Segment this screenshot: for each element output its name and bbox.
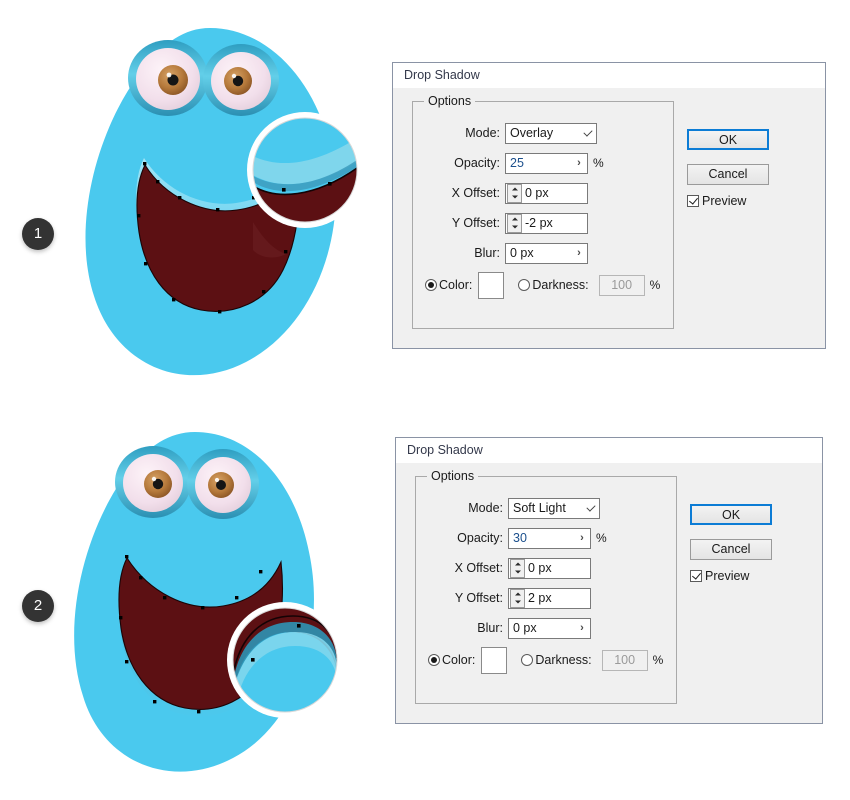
- xoffset-spinner-icon[interactable]: [510, 558, 525, 578]
- options-group: Options Mode: Overlay Opacity: 25 › % X …: [412, 94, 674, 329]
- darkness-input[interactable]: 100: [601, 649, 648, 671]
- opacity-value: 30: [513, 531, 527, 545]
- step-badge-1: 1: [22, 218, 54, 250]
- dialog-title: Drop Shadow: [396, 438, 822, 463]
- color-darkness-row: Color: Darkness: 100 %: [413, 271, 673, 299]
- preview-checkbox[interactable]: [690, 570, 702, 582]
- mode-select[interactable]: Overlay: [505, 122, 597, 144]
- mode-select[interactable]: Soft Light: [508, 497, 600, 519]
- chevron-down-icon: [579, 124, 596, 143]
- preview-checkbox-row[interactable]: Preview: [687, 194, 746, 208]
- preview-label: Preview: [702, 194, 747, 208]
- character-illustration-2: [45, 420, 355, 790]
- yoffset-label: Y Offset:: [454, 591, 503, 605]
- darkness-label: Darkness:: [535, 653, 592, 667]
- color-radio[interactable]: [425, 279, 437, 291]
- options-legend: Options: [427, 469, 479, 483]
- xoffset-value: 0 px: [525, 186, 549, 200]
- darkness-value: 100: [614, 653, 636, 667]
- yoffset-row: Y Offset: 2 px: [416, 587, 676, 609]
- yoffset-spinner-icon[interactable]: [510, 588, 525, 608]
- mode-label: Mode:: [468, 501, 503, 515]
- color-darkness-row: Color: Darkness: 100 %: [416, 646, 676, 674]
- darkness-radio[interactable]: [521, 654, 534, 666]
- yoffset-value: -2 px: [525, 216, 553, 230]
- xoffset-label: X Offset:: [451, 186, 500, 200]
- drop-shadow-dialog-1: Drop Shadow Options Mode: Overlay Opacit…: [392, 62, 826, 349]
- blur-row: Blur: 0 px ›: [413, 242, 673, 264]
- opacity-input[interactable]: 25 ›: [505, 152, 588, 174]
- ok-button[interactable]: OK: [687, 129, 769, 150]
- chevron-down-icon: [582, 499, 599, 518]
- preview-checkbox-row[interactable]: Preview: [690, 569, 749, 583]
- blur-label: Blur:: [477, 621, 503, 635]
- mode-label: Mode:: [465, 126, 500, 140]
- cancel-button[interactable]: Cancel: [690, 539, 772, 560]
- opacity-unit: %: [593, 156, 604, 170]
- darkness-input[interactable]: 100: [598, 274, 645, 296]
- step-panel-1: 1 Drop Shadow Options Mode: Overlay Opac…: [0, 0, 850, 400]
- darkness-radio[interactable]: [518, 279, 531, 291]
- preview-checkbox[interactable]: [687, 195, 699, 207]
- yoffset-label: Y Offset:: [451, 216, 500, 230]
- color-radio[interactable]: [428, 654, 440, 666]
- xoffset-input[interactable]: 0 px: [505, 182, 588, 204]
- opacity-value: 25: [510, 156, 524, 170]
- yoffset-value: 2 px: [528, 591, 552, 605]
- ok-button[interactable]: OK: [690, 504, 772, 525]
- blur-label: Blur:: [474, 246, 500, 260]
- opacity-label: Opacity:: [457, 531, 503, 545]
- blur-input[interactable]: 0 px ›: [505, 242, 588, 264]
- opacity-row: Opacity: 30 › %: [416, 527, 676, 549]
- xoffset-input[interactable]: 0 px: [508, 557, 591, 579]
- blur-input[interactable]: 0 px ›: [508, 617, 591, 639]
- opacity-row: Opacity: 25 › %: [413, 152, 673, 174]
- yoffset-input[interactable]: -2 px: [505, 212, 588, 234]
- character-illustration-1: [60, 10, 360, 390]
- blur-value: 0 px: [513, 621, 537, 635]
- darkness-unit: %: [652, 653, 664, 667]
- yoffset-row: Y Offset: -2 px: [413, 212, 673, 234]
- options-legend: Options: [424, 94, 476, 108]
- opacity-label: Opacity:: [454, 156, 500, 170]
- darkness-value: 100: [611, 278, 633, 292]
- drop-shadow-dialog-2: Drop Shadow Options Mode: Soft Light Opa…: [395, 437, 823, 724]
- mode-value: Overlay: [510, 126, 554, 140]
- opacity-input[interactable]: 30 ›: [508, 527, 591, 549]
- mode-row: Mode: Overlay: [413, 122, 673, 144]
- xoffset-label: X Offset:: [454, 561, 503, 575]
- color-swatch[interactable]: [478, 271, 505, 299]
- darkness-unit: %: [649, 278, 661, 292]
- xoffset-row: X Offset: 0 px: [416, 557, 676, 579]
- color-label: Color:: [439, 278, 473, 292]
- blur-stepper-icon[interactable]: ›: [574, 622, 590, 634]
- yoffset-spinner-icon[interactable]: [507, 213, 522, 233]
- mode-value: Soft Light: [513, 501, 566, 515]
- blur-value: 0 px: [510, 246, 534, 260]
- step-panel-2: 2 Drop Shadow Options Mode: Soft Light O…: [0, 400, 850, 800]
- options-group: Options Mode: Soft Light Opacity: 30 › %: [415, 469, 677, 704]
- opacity-stepper-icon[interactable]: ›: [574, 532, 590, 544]
- dialog-title: Drop Shadow: [393, 63, 825, 88]
- color-swatch[interactable]: [481, 646, 508, 674]
- color-label: Color:: [442, 653, 476, 667]
- opacity-unit: %: [596, 531, 607, 545]
- preview-label: Preview: [705, 569, 750, 583]
- darkness-label: Darkness:: [532, 278, 589, 292]
- opacity-stepper-icon[interactable]: ›: [571, 157, 587, 169]
- blur-row: Blur: 0 px ›: [416, 617, 676, 639]
- xoffset-row: X Offset: 0 px: [413, 182, 673, 204]
- xoffset-value: 0 px: [528, 561, 552, 575]
- cancel-button[interactable]: Cancel: [687, 164, 769, 185]
- yoffset-input[interactable]: 2 px: [508, 587, 591, 609]
- mode-row: Mode: Soft Light: [416, 497, 676, 519]
- blur-stepper-icon[interactable]: ›: [571, 247, 587, 259]
- xoffset-spinner-icon[interactable]: [507, 183, 522, 203]
